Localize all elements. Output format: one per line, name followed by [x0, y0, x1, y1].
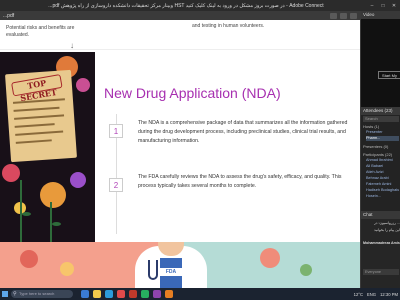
window-titlebar: ...pdf وبینار مرکز تحقیقات دانشکده داروس… [0, 0, 400, 11]
point-number-2: 2 [109, 178, 123, 192]
app-icon[interactable] [153, 290, 161, 298]
group-presenters[interactable]: Presenters (0) [363, 144, 399, 149]
adobe-connect-icon[interactable] [129, 290, 137, 298]
next-slide-preview: FDA [0, 242, 360, 288]
clock[interactable]: 12:30 PM [380, 292, 398, 297]
current-slide: TOP SECRET New Drug Application (NDA) 1 … [0, 52, 360, 242]
attendee-item[interactable]: Ali Babaei [366, 164, 399, 169]
close-button[interactable]: ✕ [391, 3, 397, 9]
start-webcam-button[interactable]: Start My [378, 71, 400, 79]
attendee-item[interactable]: Fatemeh Amini [366, 182, 399, 187]
attendee-item[interactable]: Hadiseh Bodaghabadi [366, 188, 399, 193]
app-icon[interactable] [141, 290, 149, 298]
attendee-item[interactable]: Hosein... [366, 194, 399, 199]
chat-title: Chat [363, 212, 373, 217]
taskbar-search-input[interactable]: Type here to search [11, 290, 73, 298]
weather-temperature[interactable]: 12°C [354, 292, 363, 297]
document-graphic: TOP SECRET [5, 69, 77, 163]
arrow-down-icon: ↓ [70, 41, 74, 50]
attendee-item[interactable]: Ahmad Ibrahimi [366, 158, 399, 163]
chat-message: رزرواسیون: در ... [374, 221, 400, 225]
attendees-title: Attendees (23) [363, 108, 393, 113]
maximize-button[interactable]: □ [380, 3, 386, 9]
point-number-1: 1 [109, 124, 123, 138]
sync-icon[interactable] [330, 12, 337, 19]
share-pod-header: ...pdf [0, 11, 360, 20]
attendee-item[interactable]: Behnaz Arabi [366, 176, 399, 181]
chat-message: این پیام را بخوانید [373, 228, 400, 232]
video-area: Start My [361, 19, 400, 107]
document-label: ...pdf [3, 12, 15, 19]
prev-slide-line-2: evaluated. [6, 32, 30, 38]
stethoscope-icon [148, 260, 158, 280]
group-participants[interactable]: Participants (22) [363, 152, 399, 157]
video-pod-title: Video [363, 12, 375, 17]
previous-slide: Potential risks and benefits are evaluat… [0, 20, 360, 50]
edge-icon[interactable] [105, 290, 113, 298]
fullscreen-icon[interactable] [340, 12, 347, 19]
chrome-icon[interactable] [117, 290, 125, 298]
point-text-1: The NDA is a comprehensive package of da… [138, 120, 348, 144]
chat-recipient-select[interactable]: Everyone [363, 269, 399, 275]
point-text-2: The FDA carefully reviews the NDA to ass… [138, 174, 342, 189]
chat-pod: رزرواسیون: در ... این پیام را بخوانید Mo… [361, 219, 400, 288]
system-tray: 12°C ENG 12:30 PM [354, 292, 398, 297]
attendees-pod-header: Attendees (23) [361, 107, 400, 115]
top-secret-stamp: TOP SECRET [11, 73, 63, 103]
fda-badge: FDA [160, 268, 182, 276]
attendee-item[interactable]: Atieh Azizi [366, 170, 399, 175]
file-explorer-icon[interactable] [93, 290, 101, 298]
chat-message: Mohammadreza Amirzadi: Clinical... [363, 241, 400, 245]
task-view-icon[interactable] [81, 290, 89, 298]
windows-taskbar: Type here to search 12°C ENG 12:30 PM [0, 288, 400, 300]
slide-title: New Drug Application (NDA) [104, 85, 281, 101]
chat-pod-header: Chat [361, 211, 400, 219]
minimize-button[interactable]: – [369, 3, 375, 9]
attendee-item[interactable]: Pharm... [366, 136, 399, 141]
top-secret-illustration: TOP SECRET [0, 52, 95, 242]
language-indicator[interactable]: ENG [367, 292, 376, 297]
right-panel: Video Start My Attendees (23) Search Hos… [360, 11, 400, 288]
attendee-search-input[interactable]: Search [363, 116, 399, 122]
attendee-item[interactable]: Presenter [366, 130, 399, 135]
video-pod-header: Video [361, 11, 400, 19]
prev-slide-right-text: and testing in human volunteers. [192, 23, 265, 29]
prev-slide-line-1: Potential risks and benefits are [6, 25, 75, 31]
window-title: ...pdf وبینار مرکز تحقیقات دانشکده داروس… [48, 2, 324, 9]
windows-start-icon[interactable] [2, 291, 8, 297]
slide-viewer[interactable]: Potential risks and benefits are evaluat… [0, 20, 360, 288]
app-icon[interactable] [165, 290, 173, 298]
pod-options-icon[interactable] [350, 12, 357, 19]
group-hosts[interactable]: Hosts (1) [363, 124, 399, 129]
